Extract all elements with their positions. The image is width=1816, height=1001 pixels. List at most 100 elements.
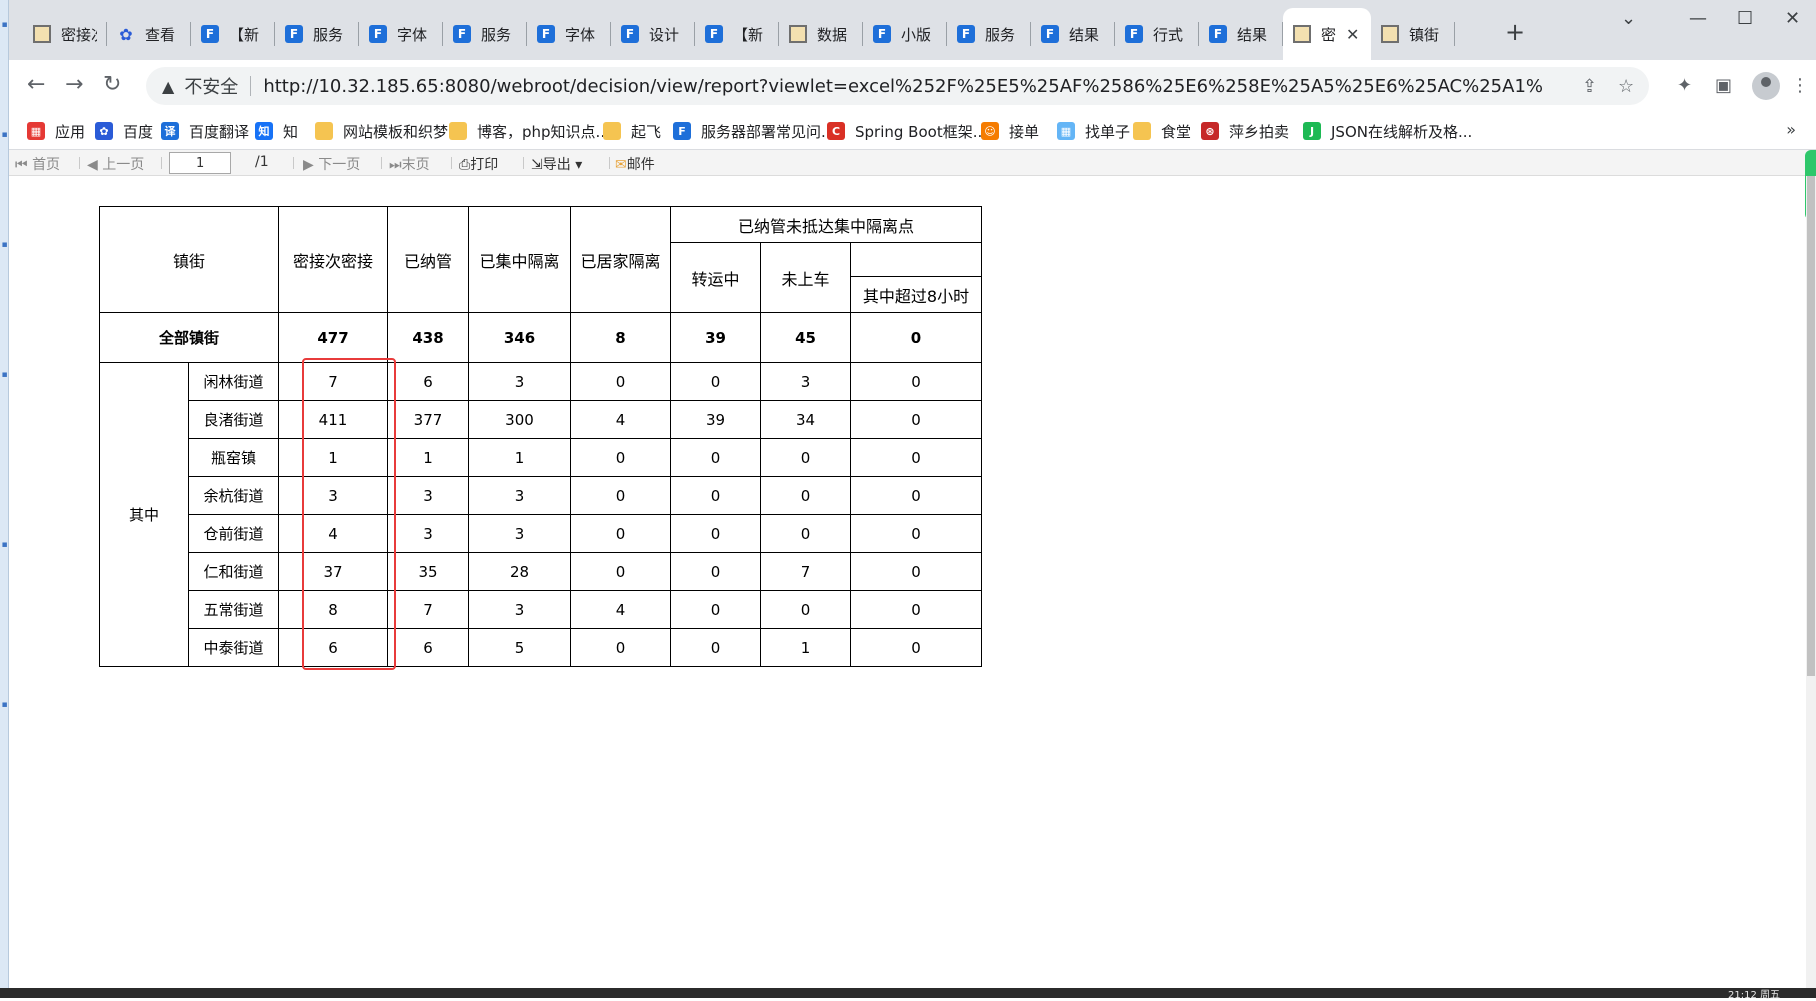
extensions-icon[interactable]: ✦ xyxy=(1677,75,1692,96)
total-cell: 346 xyxy=(468,312,571,363)
close-window-icon[interactable]: ✕ xyxy=(1785,8,1800,29)
bookmark-label: 百度 xyxy=(123,122,154,141)
browser-tab[interactable]: F 【新 xyxy=(191,8,275,60)
header-town: 镇街 xyxy=(99,206,279,313)
tab-title: 行式 xyxy=(1153,25,1184,44)
browser-tab[interactable]: 镇街 xyxy=(1371,8,1455,60)
table-cell: 1 xyxy=(387,438,469,477)
next-page-button[interactable]: ▶ 下一页 xyxy=(303,154,360,174)
profile-avatar[interactable] xyxy=(1752,72,1780,100)
bookmark-item[interactable]: ☺ 接单 xyxy=(981,120,1039,142)
header-contacts: 密接次密接 xyxy=(278,206,388,313)
bookmark-item[interactable]: C Spring Boot框架... xyxy=(827,120,987,142)
bookmark-item[interactable]: ▦ 找单子 xyxy=(1057,120,1130,142)
tab-title: 小版 xyxy=(901,25,932,44)
browser-tab[interactable]: F 结果 xyxy=(1199,8,1283,60)
bookmark-item[interactable]: 译百度翻译 xyxy=(161,120,249,142)
finereport-icon: F xyxy=(453,25,471,43)
bookmark-item[interactable]: ⊛ 萍乡拍卖 xyxy=(1201,120,1289,142)
bookmark-item[interactable]: J JSON在线解析及格... xyxy=(1303,120,1472,142)
browser-toolbar: ← → ↻ ▲ 不安全 http://10.32.185.65:8080/web… xyxy=(9,60,1816,112)
reload-icon[interactable]: ↻ xyxy=(103,72,121,97)
bookmark-label: JSON在线解析及格... xyxy=(1331,122,1473,141)
chevron-down-icon[interactable]: ⌄ xyxy=(1621,8,1636,29)
browser-tab[interactable]: F 服务 xyxy=(443,8,527,60)
page-number-input[interactable] xyxy=(169,152,231,174)
table-cell: 377 xyxy=(387,400,469,439)
security-label[interactable]: 不安全 xyxy=(184,73,238,99)
url-path: :8080/webroot/decision/view/report?viewl… xyxy=(438,75,1544,97)
table-cell: 7 xyxy=(387,590,469,629)
first-page-label: 首页 xyxy=(32,157,61,173)
tab-title: 【新 xyxy=(733,25,764,44)
page-total: /1 xyxy=(255,154,269,170)
browser-tab[interactable]: F 小版 xyxy=(863,8,947,60)
browser-tab[interactable]: F 服务 xyxy=(275,8,359,60)
last-page-button[interactable]: ⏭末页 xyxy=(389,154,430,174)
new-tab-plus-icon[interactable]: + xyxy=(1505,18,1525,46)
browser-tab[interactable]: 密 ✕ xyxy=(1283,8,1371,60)
browser-tab[interactable]: F 字体 xyxy=(527,8,611,60)
bookmark-label: 找单子 xyxy=(1085,122,1131,141)
finereport-icon: F xyxy=(285,25,303,43)
browser-tab[interactable]: F 结果 xyxy=(1031,8,1115,60)
bookmark-item[interactable]: 知知 xyxy=(255,120,298,142)
browser-tab[interactable]: 密接次 xyxy=(23,8,107,60)
tab-title: 服务 xyxy=(481,25,512,44)
browser-tab[interactable]: F 【新 xyxy=(695,8,779,60)
bookmark-label: 接单 xyxy=(1009,122,1040,141)
side-panel-icon[interactable]: ▣ xyxy=(1715,75,1732,96)
maximize-icon[interactable]: ☐ xyxy=(1737,8,1753,29)
print-button[interactable]: ⎙打印 xyxy=(459,154,498,174)
browser-tab[interactable]: F 字体 xyxy=(359,8,443,60)
tab-title: 设计 xyxy=(649,25,680,44)
table-cell: 0 xyxy=(760,476,851,515)
first-page-button[interactable]: ⏮ 首页 xyxy=(15,154,60,174)
mail-button[interactable]: ✉邮件 xyxy=(615,154,655,174)
address-divider xyxy=(250,76,252,96)
tab-title: 服务 xyxy=(985,25,1016,44)
address-bar[interactable]: ▲ 不安全 http://10.32.185.65:8080/webroot/d… xyxy=(146,67,1649,105)
bookmark-item[interactable]: 起飞 xyxy=(603,120,661,142)
forward-arrow-icon[interactable]: → xyxy=(65,72,83,97)
export-button[interactable]: ⇲导出 ▾ xyxy=(531,154,582,174)
finereport-icon: F xyxy=(621,25,639,43)
bookmark-star-icon[interactable]: ☆ xyxy=(1618,76,1634,97)
bookmark-item[interactable]: ▦ 应用 xyxy=(27,120,85,142)
table-cell: 35 xyxy=(387,552,469,591)
bookmark-label: 网站模板和织梦 xyxy=(343,122,449,141)
finereport-icon: F xyxy=(1209,25,1227,43)
paw-icon: ✿ xyxy=(119,24,133,44)
scrollbar-thumb[interactable] xyxy=(1807,176,1815,676)
minimize-icon[interactable]: — xyxy=(1689,8,1707,29)
url-text[interactable]: http://10.32.185.65:8080/webroot/decisio… xyxy=(263,76,1543,97)
more-bookmarks-icon[interactable]: » xyxy=(1786,120,1796,139)
browser-tab[interactable]: F 设计 xyxy=(611,8,695,60)
town-name: 瓶窑镇 xyxy=(188,438,279,477)
browser-tab[interactable]: F 行式 xyxy=(1115,8,1199,60)
browser-tab[interactable]: ✿ 查看 xyxy=(107,8,191,60)
bookmark-item[interactable]: ✿ 百度 xyxy=(95,120,153,142)
table-cell: 0 xyxy=(760,590,851,629)
image-icon xyxy=(1381,25,1399,43)
close-icon[interactable]: ✕ xyxy=(1346,25,1359,44)
finereport-icon: F xyxy=(1041,25,1059,43)
next-page-label: 下一页 xyxy=(318,157,361,173)
table-cell: 0 xyxy=(670,476,761,515)
warning-icon[interactable]: ▲ xyxy=(162,77,174,96)
prev-page-button[interactable]: ◀ 上一页 xyxy=(87,154,144,174)
bookmark-item[interactable]: F 服务器部署常见问... xyxy=(673,120,835,142)
browser-tab[interactable]: F 服务 xyxy=(947,8,1031,60)
desktop-icon: ▪ xyxy=(1,240,8,250)
bookmark-item[interactable]: 博客，php知识点... xyxy=(449,120,610,142)
bookmark-item[interactable]: 食堂 xyxy=(1133,120,1191,142)
vertical-scrollbar[interactable] xyxy=(1806,176,1816,988)
table-cell: 3 xyxy=(387,514,469,553)
desktop-icon: ▪ xyxy=(1,540,8,550)
more-menu-icon[interactable]: ⋮ xyxy=(1791,75,1809,96)
bookmark-item[interactable]: 网站模板和织梦 xyxy=(315,120,448,142)
browser-tab[interactable]: 数据 xyxy=(779,8,863,60)
back-arrow-icon[interactable]: ← xyxy=(27,72,45,97)
table-cell: 0 xyxy=(850,362,982,401)
share-icon[interactable]: ⇪ xyxy=(1582,76,1597,97)
